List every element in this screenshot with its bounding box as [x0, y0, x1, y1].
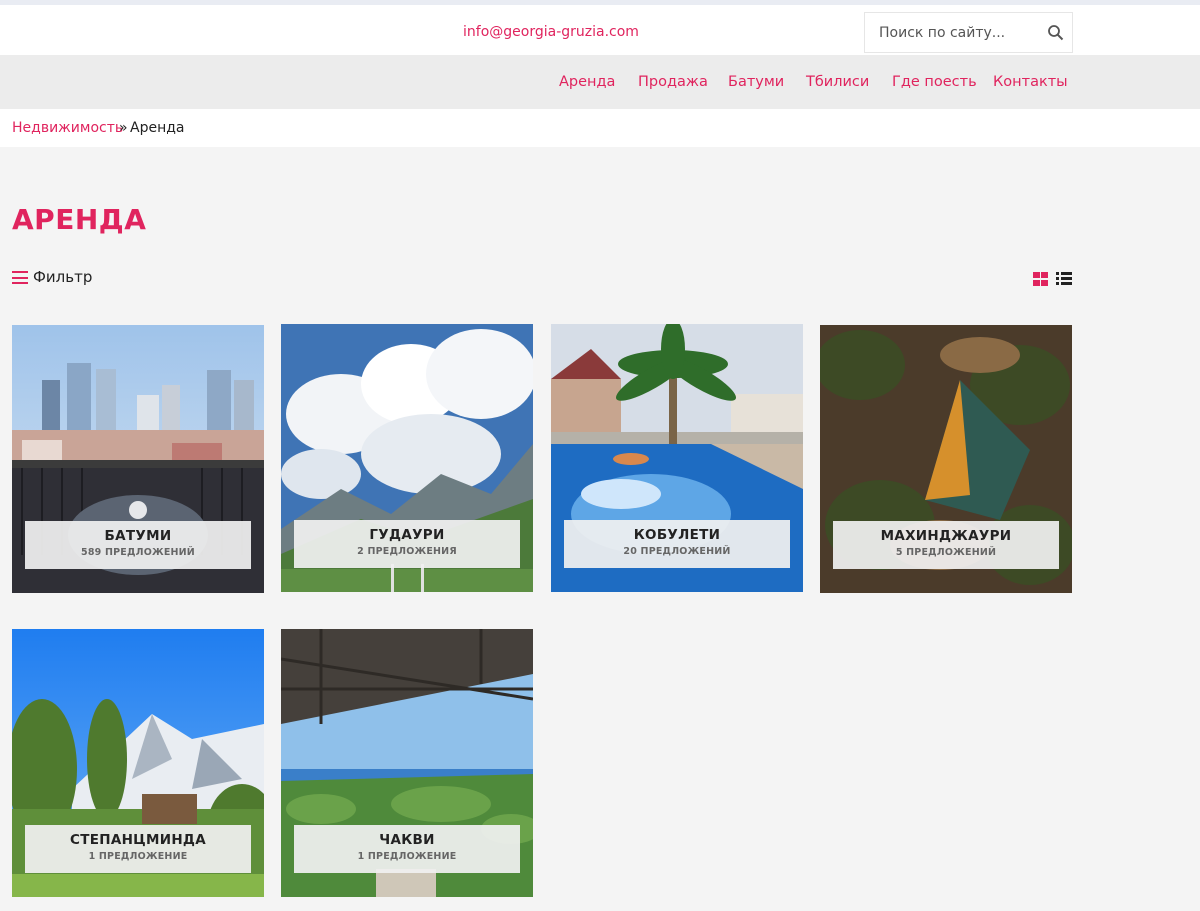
breadcrumb: Недвижимость » Аренда [0, 109, 1200, 147]
nav-item-sale[interactable]: Продажа [638, 74, 708, 90]
nav-item-tbilisi[interactable]: Тбилиси [806, 74, 869, 90]
grid-view-icon[interactable] [1033, 272, 1048, 286]
card-label: БАТУМИ 589 ПРЕДЛОЖЕНИЙ [25, 521, 251, 569]
breadcrumb-parent-link[interactable]: Недвижимость [12, 120, 123, 136]
location-card-makhinjauri[interactable]: МАХИНДЖАУРИ 5 ПРЕДЛОЖЕНИЙ [820, 325, 1072, 593]
list-view-icon[interactable] [1056, 272, 1072, 286]
location-card-gudauri[interactable]: ГУДАУРИ 2 ПРЕДЛОЖЕНИЯ [281, 324, 533, 592]
main-nav: Аренда Продажа Батуми Тбилиси Где поесть… [0, 55, 1200, 109]
email-link[interactable]: info@georgia-gruzia.com [463, 24, 639, 40]
location-card-batumi[interactable]: БАТУМИ 589 ПРЕДЛОЖЕНИЙ [12, 325, 264, 593]
search-box [864, 12, 1073, 53]
nav-item-rent[interactable]: Аренда [559, 74, 615, 90]
card-title: ЧАКВИ [379, 832, 435, 848]
card-label: МАХИНДЖАУРИ 5 ПРЕДЛОЖЕНИЙ [833, 521, 1059, 569]
page-title: АРЕНДА [12, 203, 147, 236]
nav-item-contacts[interactable]: Контакты [993, 74, 1068, 90]
location-card-stepantsminda[interactable]: СТЕПАНЦМИНДА 1 ПРЕДЛОЖЕНИЕ [12, 629, 264, 897]
breadcrumb-current: Аренда [130, 120, 185, 136]
card-title: БАТУМИ [104, 528, 172, 544]
menu-icon [12, 271, 28, 284]
card-label: СТЕПАНЦМИНДА 1 ПРЕДЛОЖЕНИЕ [25, 825, 251, 873]
card-label: КОБУЛЕТИ 20 ПРЕДЛОЖЕНИЙ [564, 520, 790, 568]
card-label: ГУДАУРИ 2 ПРЕДЛОЖЕНИЯ [294, 520, 520, 568]
card-count: 2 ПРЕДЛОЖЕНИЯ [357, 546, 457, 557]
search-input[interactable] [865, 13, 1040, 52]
card-count: 20 ПРЕДЛОЖЕНИЙ [623, 546, 731, 557]
top-bar: info@georgia-gruzia.com [0, 5, 1200, 55]
card-count: 589 ПРЕДЛОЖЕНИЙ [81, 547, 195, 558]
location-card-chakvi[interactable]: ЧАКВИ 1 ПРЕДЛОЖЕНИЕ [281, 629, 533, 897]
breadcrumb-separator: » [119, 120, 128, 136]
card-count: 5 ПРЕДЛОЖЕНИЙ [895, 547, 997, 558]
card-count: 1 ПРЕДЛОЖЕНИЕ [357, 851, 457, 862]
card-title: МАХИНДЖАУРИ [880, 528, 1012, 544]
card-title: ГУДАУРИ [369, 527, 445, 543]
nav-item-where-to-eat[interactable]: Где поесть [892, 74, 977, 90]
card-title: СТЕПАНЦМИНДА [69, 832, 206, 848]
location-card-kobuleti[interactable]: КОБУЛЕТИ 20 ПРЕДЛОЖЕНИЙ [551, 324, 803, 592]
card-label: ЧАКВИ 1 ПРЕДЛОЖЕНИЕ [294, 825, 520, 873]
nav-item-batumi[interactable]: Батуми [728, 74, 784, 90]
card-title: КОБУЛЕТИ [633, 527, 721, 543]
search-icon[interactable] [1046, 23, 1066, 43]
card-count: 1 ПРЕДЛОЖЕНИЕ [88, 851, 188, 862]
filter-label: Фильтр [33, 268, 93, 286]
